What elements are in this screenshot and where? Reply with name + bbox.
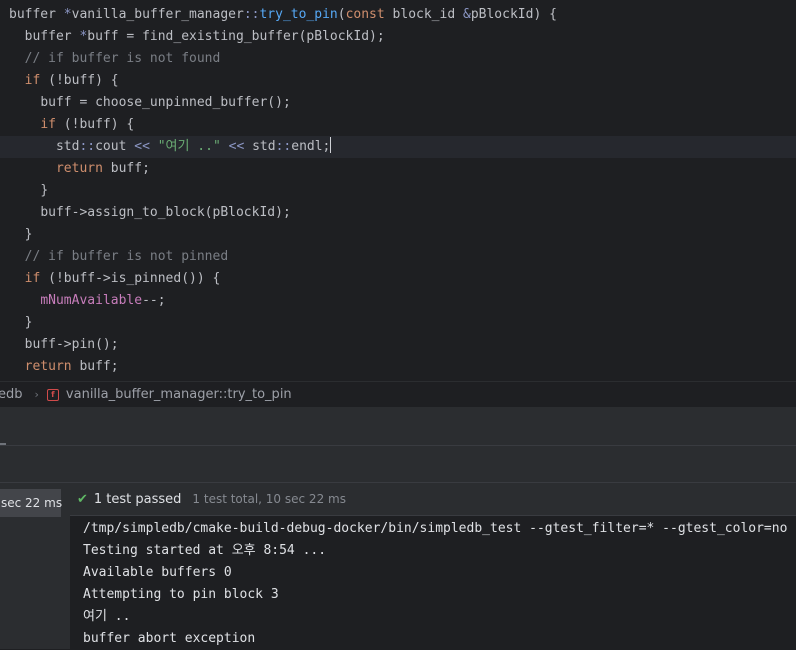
breadcrumb-project[interactable]: edb: [0, 387, 23, 402]
code-text: buff->pin();: [24, 337, 119, 352]
code-text: std::cout << "여기 .." << std::endl;: [55, 137, 332, 154]
code-text: if (!buff->is_pinned()) {: [24, 271, 221, 286]
test-status-bar: ✔ 1 test passed 1 test total, 10 sec 22 …: [70, 483, 796, 515]
code-line[interactable]: buff->assign_to_block(pBlockId);: [0, 202, 796, 224]
code-line[interactable]: return buff;: [0, 158, 796, 180]
check-icon: ✔: [77, 491, 88, 507]
function-icon: f: [46, 388, 59, 401]
code-text: if (!buff) {: [24, 73, 119, 88]
code-line[interactable]: mNumAvailable--;: [0, 290, 796, 312]
console-line: Available buffers 0: [83, 565, 232, 580]
code-text: // if buffer is not found: [24, 51, 221, 66]
console-line: buffer abort exception: [83, 631, 256, 646]
code-line[interactable]: if (!buff->is_pinned()) {: [0, 268, 796, 290]
code-line[interactable]: // if buffer is not pinned: [0, 246, 796, 268]
code-line[interactable]: return buff;: [0, 356, 796, 378]
code-line[interactable]: buffer *buff = find_existing_buffer(pBlo…: [0, 26, 796, 48]
test-tree[interactable]: sec 22 ms: [0, 483, 70, 649]
tool-window-header: [0, 407, 796, 446]
code-text: mNumAvailable--;: [40, 293, 166, 308]
code-line[interactable]: }: [0, 180, 796, 202]
console-line: Attempting to pin block 3: [83, 587, 279, 602]
run-toolbar: [0, 446, 796, 483]
code-text: }: [24, 227, 33, 242]
code-text: }: [40, 183, 49, 198]
code-text: buffer *buff = find_existing_buffer(pBlo…: [24, 29, 385, 44]
test-tree-row-selected[interactable]: sec 22 ms: [0, 489, 62, 517]
code-line[interactable]: buffer *vanilla_buffer_manager::try_to_p…: [0, 4, 796, 26]
code-text: }: [24, 315, 33, 330]
code-line[interactable]: if (!buff) {: [0, 70, 796, 92]
console-line: Testing started at 오후 8:54 ...: [83, 543, 327, 558]
code-text: if (!buff) {: [40, 117, 135, 132]
code-line[interactable]: }: [0, 224, 796, 246]
console-line: /tmp/simpledb/cmake-build-debug-docker/b…: [83, 521, 788, 536]
code-line[interactable]: buff = choose_unpinned_buffer();: [0, 92, 796, 114]
code-line[interactable]: if (!buff) {: [0, 114, 796, 136]
code-line[interactable]: }: [0, 312, 796, 334]
breadcrumb: edb › f vanilla_buffer_manager::try_to_p…: [0, 381, 796, 407]
code-line[interactable]: buff->pin();: [0, 334, 796, 356]
code-text: buffer *vanilla_buffer_manager::try_to_p…: [9, 7, 557, 22]
code-text: buff->assign_to_block(pBlockId);: [40, 205, 291, 220]
console-output[interactable]: /tmp/simpledb/cmake-build-debug-docker/b…: [70, 515, 796, 650]
code-text: return buff;: [55, 161, 150, 176]
code-text: return buff;: [24, 359, 119, 374]
text-cursor: [330, 137, 332, 153]
breadcrumb-function[interactable]: vanilla_buffer_manager::try_to_pin: [66, 387, 292, 402]
tab-indicator: [0, 443, 6, 445]
tests-total-label: 1 test total, 10 sec 22 ms: [192, 492, 346, 506]
tests-passed-label: 1 test passed: [93, 491, 182, 507]
code-editor[interactable]: buffer *vanilla_buffer_manager::try_to_p…: [0, 0, 796, 381]
code-line[interactable]: // if buffer is not found: [0, 48, 796, 70]
console-line: 여기 ..: [83, 609, 131, 624]
code-line[interactable]: std::cout << "여기 .." << std::endl;: [0, 136, 796, 158]
code-text: // if buffer is not pinned: [24, 249, 229, 264]
code-text: buff = choose_unpinned_buffer();: [40, 95, 291, 110]
chevron-right-icon: ›: [34, 388, 39, 401]
